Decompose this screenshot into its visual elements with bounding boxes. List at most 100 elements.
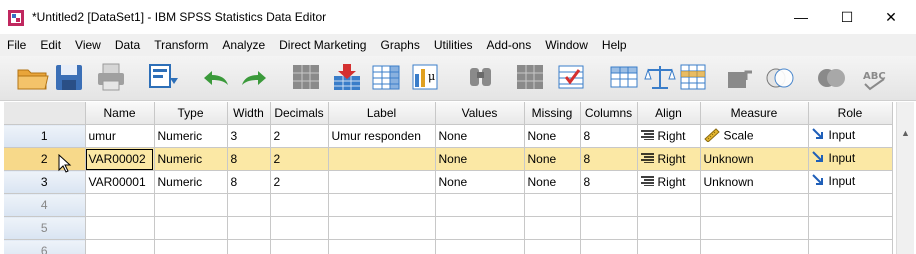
cell-values[interactable]: None [435, 124, 525, 148]
cell-decimals[interactable]: 2 [270, 147, 329, 171]
column-header-missing[interactable]: Missing [524, 102, 581, 125]
vertical-scrollbar[interactable]: ▲ [896, 102, 914, 254]
save-icon[interactable] [54, 62, 90, 94]
redo-icon[interactable] [238, 62, 274, 94]
column-header-type[interactable]: Type [154, 102, 228, 125]
maximize-button[interactable]: ☐ [824, 0, 870, 34]
empty-cell[interactable] [808, 193, 893, 217]
empty-cell[interactable] [637, 193, 701, 217]
empty-cell[interactable] [580, 193, 638, 217]
empty-cell[interactable] [328, 193, 436, 217]
empty-cell[interactable] [85, 193, 155, 217]
menu-data[interactable]: Data [108, 34, 147, 56]
split-file-icon[interactable] [608, 62, 644, 94]
empty-cell[interactable] [637, 216, 701, 240]
row-number[interactable]: 3 [4, 170, 86, 194]
column-header-values[interactable]: Values [435, 102, 525, 125]
cell-role[interactable]: Input [808, 170, 893, 194]
column-header-measure[interactable]: Measure [700, 102, 809, 125]
column-header-decimals[interactable]: Decimals [270, 102, 329, 125]
menu-graphs[interactable]: Graphs [373, 34, 426, 56]
empty-cell[interactable] [328, 239, 436, 254]
menu-edit[interactable]: Edit [33, 34, 68, 56]
empty-cell[interactable] [637, 239, 701, 254]
column-header-role[interactable]: Role [808, 102, 893, 125]
cell-align[interactable]: Right [637, 147, 701, 171]
empty-cell[interactable] [154, 216, 228, 240]
cell-width[interactable]: 3 [227, 124, 271, 148]
empty-cell[interactable] [270, 239, 329, 254]
empty-cell[interactable] [85, 216, 155, 240]
cell-decimals[interactable]: 2 [270, 170, 329, 194]
menu-file[interactable]: File [0, 34, 33, 56]
cell-name-active[interactable]: VAR00002 [85, 147, 155, 171]
cell-role[interactable]: Input [808, 147, 893, 171]
cell-type[interactable]: Numeric [154, 124, 228, 148]
minimize-button[interactable]: — [778, 0, 824, 34]
empty-cell[interactable] [524, 239, 581, 254]
table-row-selected[interactable]: 2 VAR00002 Numeric 8 2 None None 8 Right… [4, 147, 893, 171]
cell-measure[interactable]: Unknown [700, 147, 809, 171]
empty-cell[interactable] [227, 239, 271, 254]
cell-type[interactable]: Numeric [154, 170, 228, 194]
empty-cell[interactable] [85, 239, 155, 254]
cell-missing[interactable]: None [524, 170, 581, 194]
cell-measure[interactable]: Scale [700, 124, 809, 148]
goto-case-icon[interactable] [290, 62, 326, 94]
spss-app-icon[interactable] [8, 10, 24, 26]
print-icon[interactable] [96, 62, 132, 94]
menu-analyze[interactable]: Analyze [215, 34, 272, 56]
run-descriptives-icon[interactable]: μ [410, 62, 446, 94]
cell-width[interactable]: 8 [227, 170, 271, 194]
empty-cell[interactable] [270, 193, 329, 217]
empty-cell[interactable] [580, 216, 638, 240]
dialog-recall-icon[interactable] [148, 62, 184, 94]
cell-label[interactable] [328, 170, 436, 194]
menu-view[interactable]: View [68, 34, 108, 56]
cell-missing[interactable]: None [524, 124, 581, 148]
menu-help[interactable]: Help [595, 34, 634, 56]
empty-cell[interactable] [524, 216, 581, 240]
empty-cell[interactable] [435, 239, 525, 254]
row-number[interactable]: 6 [4, 239, 86, 254]
table-row-empty[interactable]: 4 [4, 193, 893, 217]
scroll-up-arrow-icon[interactable]: ▲ [897, 124, 914, 141]
cell-measure[interactable]: Unknown [700, 170, 809, 194]
undo-icon[interactable] [200, 62, 236, 94]
goto-variable-icon[interactable] [330, 62, 366, 94]
cell-columns[interactable]: 8 [580, 124, 638, 148]
empty-cell[interactable] [328, 216, 436, 240]
column-header-width[interactable]: Width [227, 102, 271, 125]
row-number[interactable]: 5 [4, 216, 86, 240]
row-number[interactable]: 1 [4, 124, 86, 148]
empty-cell[interactable] [808, 239, 893, 254]
empty-cell[interactable] [270, 216, 329, 240]
find-icon[interactable] [464, 62, 500, 94]
empty-cell[interactable] [435, 216, 525, 240]
select-cases-icon[interactable] [678, 62, 714, 94]
cell-label[interactable] [328, 147, 436, 171]
column-header-columns[interactable]: Columns [580, 102, 638, 125]
variables-icon[interactable] [370, 62, 406, 94]
table-row[interactable]: 3 VAR00001 Numeric 8 2 None None 8 Right… [4, 170, 893, 194]
cell-columns[interactable]: 8 [580, 147, 638, 171]
value-labels-icon[interactable] [724, 62, 760, 94]
cell-columns[interactable]: 8 [580, 170, 638, 194]
empty-cell[interactable] [808, 216, 893, 240]
empty-cell[interactable] [154, 193, 228, 217]
empty-cell[interactable] [700, 239, 809, 254]
cell-label[interactable]: Umur responden [328, 124, 436, 148]
column-header-align[interactable]: Align [637, 102, 701, 125]
empty-cell[interactable] [700, 193, 809, 217]
cell-type[interactable]: Numeric [154, 147, 228, 171]
cell-values[interactable]: None [435, 147, 525, 171]
open-icon[interactable] [16, 62, 52, 94]
spell-check-icon[interactable]: ABC [860, 62, 896, 94]
empty-cell[interactable] [700, 216, 809, 240]
insert-variable-icon[interactable] [556, 62, 592, 94]
column-header-name[interactable]: Name [85, 102, 155, 125]
insert-cases-icon[interactable] [514, 62, 550, 94]
cell-values[interactable]: None [435, 170, 525, 194]
cell-align[interactable]: Right [637, 124, 701, 148]
cell-decimals[interactable]: 2 [270, 124, 329, 148]
